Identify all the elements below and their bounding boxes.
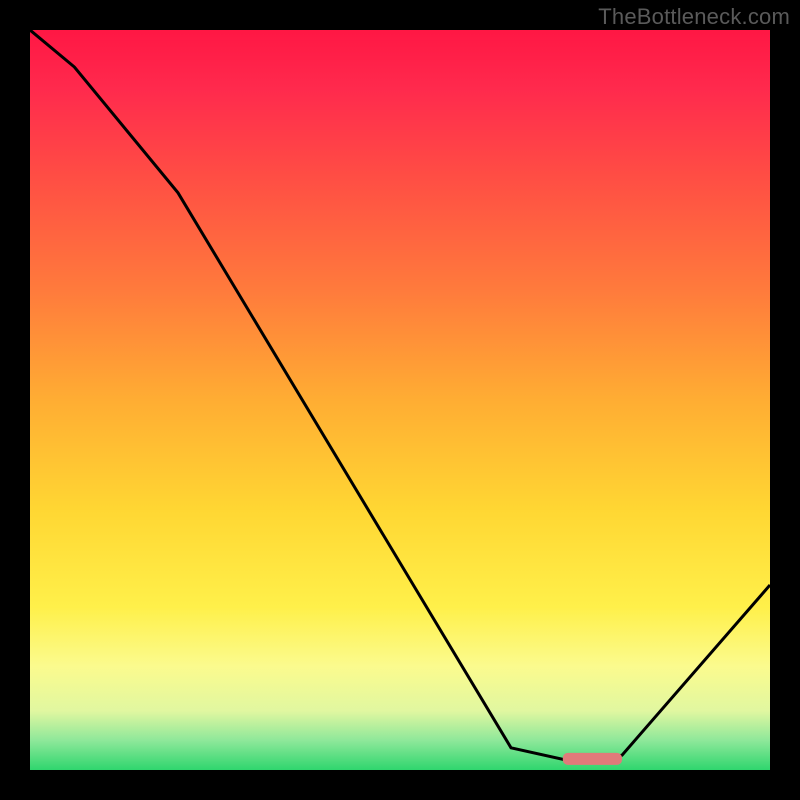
flat-segment-marker [563,753,622,765]
watermark-text: TheBottleneck.com [598,4,790,30]
chart-svg [30,30,770,770]
heatmap-background [30,30,770,770]
plot-area [30,30,770,770]
chart-frame: TheBottleneck.com [0,0,800,800]
